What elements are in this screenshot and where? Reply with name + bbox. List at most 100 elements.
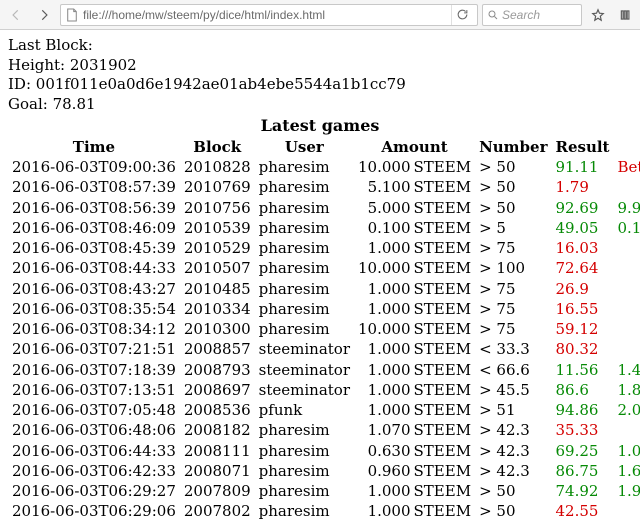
table-row: 2016-06-03T07:13:512008697steeminator1.0… — [8, 380, 640, 400]
cell-time: 2016-06-03T07:13:51 — [8, 380, 180, 400]
cell-time: 2016-06-03T07:21:51 — [8, 339, 180, 359]
cell-number: > 51 — [475, 400, 551, 420]
cell-unit: STEEM — [413, 360, 476, 380]
cell-result: 94.86 — [552, 400, 614, 420]
cell-won: 2.021 STEEM — [614, 400, 640, 420]
cell-number: > 50 — [475, 481, 551, 501]
url-bar[interactable]: file:///home/mw/steem/py/dice/html/index… — [60, 4, 478, 26]
cell-won — [614, 339, 640, 359]
cell-won: 1.98 STEEM — [614, 481, 640, 501]
table-row: 2016-06-03T08:45:392010529pharesim1.000S… — [8, 238, 640, 258]
cell-number: > 42.3 — [475, 461, 551, 481]
cell-result: 86.75 — [552, 461, 614, 481]
cell-time: 2016-06-03T08:46:09 — [8, 218, 180, 238]
cell-block: 2010539 — [180, 218, 255, 238]
cell-unit: STEEM — [413, 461, 476, 481]
cell-won: 1.647 STEEM — [614, 461, 640, 481]
forward-button[interactable] — [32, 3, 56, 27]
cell-result: 35.33 — [552, 420, 614, 440]
bookmark-button[interactable] — [586, 3, 610, 27]
cell-number: > 100 — [475, 258, 551, 278]
cell-user: steeminator — [255, 360, 354, 380]
col-block: Block — [180, 137, 255, 157]
cell-amount: 1.070 — [354, 420, 413, 440]
cell-number: > 50 — [475, 177, 551, 197]
height-line: Height: 2031902 — [8, 56, 632, 76]
cell-amount: 1.000 — [354, 299, 413, 319]
table-row: 2016-06-03T06:42:332008071pharesim0.960S… — [8, 461, 640, 481]
table-row: 2016-06-03T06:29:062007802pharesim1.000S… — [8, 501, 640, 521]
cell-user: pharesim — [255, 481, 354, 501]
cell-won — [614, 177, 640, 197]
cell-unit: STEEM — [413, 198, 476, 218]
cell-time: 2016-06-03T08:35:54 — [8, 299, 180, 319]
cell-unit: STEEM — [413, 157, 476, 177]
col-user: User — [255, 137, 354, 157]
cell-user: pharesim — [255, 157, 354, 177]
cell-won: 1.817 STEEM — [614, 380, 640, 400]
cell-won — [614, 279, 640, 299]
cell-block: 2010300 — [180, 319, 255, 339]
cell-won: 0.104 STEEM — [614, 218, 640, 238]
table-row: 2016-06-03T08:34:122010300pharesim10.000… — [8, 319, 640, 339]
cell-user: steeminator — [255, 339, 354, 359]
col-result: Result — [552, 137, 614, 157]
cell-block: 2010529 — [180, 238, 255, 258]
search-input[interactable]: Search — [482, 4, 582, 26]
cell-user: pharesim — [255, 501, 354, 521]
goal-line: Goal: 78.81 — [8, 95, 632, 115]
cell-result: 69.25 — [552, 441, 614, 461]
cell-number: > 75 — [475, 279, 551, 299]
cell-won — [614, 501, 640, 521]
cell-user: pharesim — [255, 198, 354, 218]
cell-unit: STEEM — [413, 481, 476, 501]
table-row: 2016-06-03T06:48:062008182pharesim1.070S… — [8, 420, 640, 440]
cell-block: 2010485 — [180, 279, 255, 299]
cell-user: pharesim — [255, 441, 354, 461]
back-button[interactable] — [4, 3, 28, 27]
cell-result: 16.03 — [552, 238, 614, 258]
cell-amount: 1.000 — [354, 481, 413, 501]
cell-block: 2008857 — [180, 339, 255, 359]
col-number: Number — [475, 137, 551, 157]
cell-amount: 1.000 — [354, 400, 413, 420]
search-icon — [487, 9, 499, 21]
col-time: Time — [8, 137, 180, 157]
cell-result: 72.64 — [552, 258, 614, 278]
cell-number: > 45.5 — [475, 380, 551, 400]
reload-button[interactable] — [451, 5, 473, 25]
search-placeholder: Search — [502, 8, 540, 22]
cell-block: 2007809 — [180, 481, 255, 501]
cell-block: 2008536 — [180, 400, 255, 420]
cell-number: < 33.3 — [475, 339, 551, 359]
cell-time: 2016-06-03T08:56:39 — [8, 198, 180, 218]
cell-block: 2008111 — [180, 441, 255, 461]
cell-user: pharesim — [255, 238, 354, 258]
cell-number: > 50 — [475, 501, 551, 521]
table-row: 2016-06-03T08:43:272010485pharesim1.000S… — [8, 279, 640, 299]
goal-value: 78.81 — [53, 95, 96, 113]
cell-amount: 10.000 — [354, 319, 413, 339]
cell-user: pharesim — [255, 319, 354, 339]
table-row: 2016-06-03T08:44:332010507pharesim10.000… — [8, 258, 640, 278]
cell-user: pfunk — [255, 400, 354, 420]
cell-won: 9.9 STEEM — [614, 198, 640, 218]
cell-number: < 66.6 — [475, 360, 551, 380]
table-header-row: Time Block User Amount Number Result Won — [8, 137, 640, 157]
browser-toolbar: file:///home/mw/steem/py/dice/html/index… — [0, 0, 640, 30]
cell-result: 80.32 — [552, 339, 614, 359]
cell-amount: 0.960 — [354, 461, 413, 481]
cell-result: 91.11 — [552, 157, 614, 177]
cell-block: 2008182 — [180, 420, 255, 440]
cell-user: pharesim — [255, 299, 354, 319]
cell-won — [614, 299, 640, 319]
library-button[interactable] — [614, 3, 638, 27]
cell-time: 2016-06-03T09:00:36 — [8, 157, 180, 177]
cell-amount: 0.100 — [354, 218, 413, 238]
cell-amount: 5.100 — [354, 177, 413, 197]
cell-number: > 75 — [475, 299, 551, 319]
cell-block: 2008697 — [180, 380, 255, 400]
cell-user: pharesim — [255, 279, 354, 299]
col-amount: Amount — [354, 137, 475, 157]
cell-won — [614, 238, 640, 258]
